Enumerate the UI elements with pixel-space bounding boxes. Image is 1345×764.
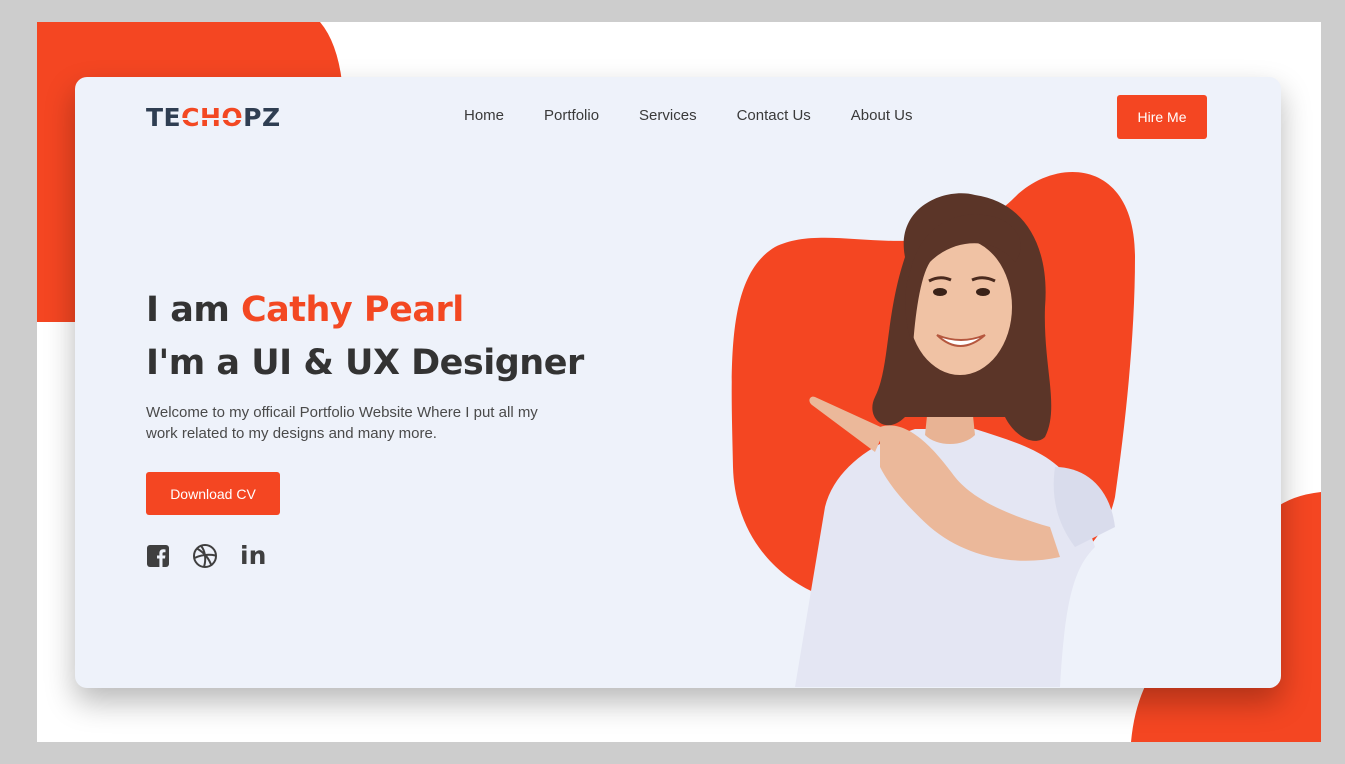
download-cv-button[interactable]: Download CV [146, 472, 280, 515]
hero-portrait-illustration [731, 172, 1135, 687]
linkedin-label: in [240, 541, 267, 570]
hero-card: TECHOPZ Home Portfolio Services Contact … [75, 77, 1281, 688]
person-eye-right [976, 288, 990, 296]
hire-me-button[interactable]: Hire Me [1117, 95, 1207, 139]
hero-name: Cathy Pearl [240, 290, 464, 330]
social-links: in [146, 543, 266, 569]
hero-greeting: I am Cathy Pearl [146, 290, 464, 330]
nav-services[interactable]: Services [639, 107, 697, 124]
nav-portfolio[interactable]: Portfolio [544, 107, 599, 124]
person-eye-left [933, 288, 947, 296]
hero-intro: Welcome to my officail Portfolio Website… [146, 404, 538, 442]
brand-logo[interactable]: TECHOPZ [146, 103, 281, 132]
nav-contact-us[interactable]: Contact Us [737, 107, 811, 124]
facebook-icon[interactable] [146, 544, 170, 568]
hero-role: I'm a UI & UX Designer [146, 343, 584, 383]
dribbble-icon[interactable] [192, 543, 218, 569]
nav-home[interactable]: Home [464, 107, 504, 124]
main-nav: Home Portfolio Services Contact Us About… [464, 107, 912, 124]
linkedin-icon[interactable]: in [240, 543, 266, 569]
hero-greeting-prefix: I am [146, 290, 241, 330]
nav-about-us[interactable]: About Us [851, 107, 913, 124]
